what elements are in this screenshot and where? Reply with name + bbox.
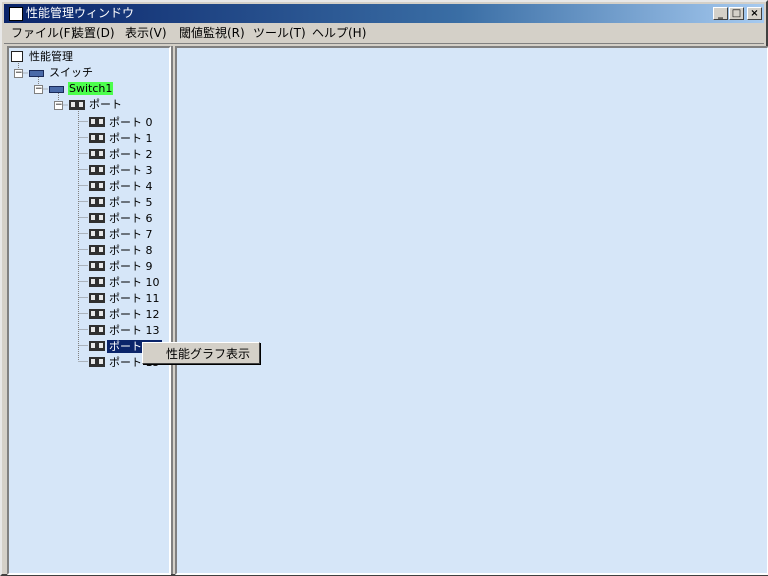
title-bar[interactable]: 性能管理ウィンドウ _ □ × xyxy=(4,4,764,23)
performance-icon xyxy=(11,51,23,62)
menu-separator xyxy=(4,43,764,44)
port-icon xyxy=(89,133,105,143)
context-menu-item-show-graph[interactable]: 性能グラフ表示 xyxy=(166,347,250,361)
port-icon xyxy=(89,117,105,127)
tree-port-item[interactable]: ポート 8 xyxy=(109,244,153,257)
menu-help[interactable]: ヘルプ(H) xyxy=(312,26,366,41)
maximize-button[interactable]: □ xyxy=(729,7,744,20)
tree-port-item[interactable]: ポート 9 xyxy=(109,260,153,273)
tree-node-ports[interactable]: ポート xyxy=(89,98,122,111)
port-icon xyxy=(89,245,105,255)
menu-bar: ファイル(F) 装置(D) 表示(V) 閾値監視(R) ツール(T) ヘルプ(H… xyxy=(4,24,764,43)
context-menu: 性能グラフ表示 xyxy=(142,342,260,364)
port-group-icon xyxy=(69,100,85,110)
tree-port-item[interactable]: ポート 4 xyxy=(109,180,153,193)
switch-icon xyxy=(49,86,64,93)
application-window: 性能管理ウィンドウ _ □ × ファイル(F) 装置(D) 表示(V) 閾値監視… xyxy=(0,0,768,576)
port-icon xyxy=(89,197,105,207)
tree-root-label[interactable]: 性能管理 xyxy=(29,50,73,63)
menu-tools[interactable]: ツール(T) xyxy=(253,26,306,41)
minimize-button[interactable]: _ xyxy=(713,7,728,20)
tree-port-item[interactable]: ポート 6 xyxy=(109,212,153,225)
tree-node-switches[interactable]: スイッチ xyxy=(49,66,93,79)
port-icon xyxy=(89,149,105,159)
collapse-icon[interactable]: − xyxy=(34,85,43,94)
port-icon xyxy=(89,181,105,191)
port-icon xyxy=(89,261,105,271)
tree-port-item[interactable]: ポート 3 xyxy=(109,164,153,177)
port-icon xyxy=(89,229,105,239)
window-title: 性能管理ウィンドウ xyxy=(26,6,135,20)
menu-device[interactable]: 装置(D) xyxy=(72,26,115,41)
port-icon xyxy=(89,165,105,175)
switch-group-icon xyxy=(29,70,44,77)
menu-file[interactable]: ファイル(F) xyxy=(11,26,75,41)
app-icon xyxy=(9,7,23,21)
port-icon xyxy=(89,293,105,303)
tree-port-item[interactable]: ポート 2 xyxy=(109,148,153,161)
graph-pane xyxy=(175,46,768,575)
port-icon xyxy=(89,277,105,287)
menu-threshold[interactable]: 閾値監視(R) xyxy=(179,26,245,41)
close-button[interactable]: × xyxy=(747,7,762,20)
tree-port-item[interactable]: ポート 11 xyxy=(109,292,160,305)
port-icon xyxy=(89,357,105,367)
port-icon xyxy=(89,325,105,335)
tree-port-item[interactable]: ポート 13 xyxy=(109,324,160,337)
port-icon xyxy=(89,341,105,351)
tree-node-switch1[interactable]: Switch1 xyxy=(68,82,114,95)
tree-port-item[interactable]: ポート 5 xyxy=(109,196,153,209)
tree-port-item[interactable]: ポート 10 xyxy=(109,276,160,289)
collapse-icon[interactable]: − xyxy=(54,101,63,110)
tree-port-item[interactable]: ポート 12 xyxy=(109,308,160,321)
tree-port-item[interactable]: ポート 7 xyxy=(109,228,153,241)
tree-port-item[interactable]: ポート 1 xyxy=(109,132,153,145)
menu-view[interactable]: 表示(V) xyxy=(125,26,167,41)
tree-port-item[interactable]: ポート 0 xyxy=(109,116,153,129)
pane-splitter[interactable] xyxy=(171,46,173,574)
port-icon xyxy=(89,213,105,223)
tree-pane[interactable]: 性能管理 − スイッチ − Switch1 − ポート ポート 0 ポート 1 ポー… xyxy=(7,46,171,575)
port-icon xyxy=(89,309,105,319)
collapse-icon[interactable]: − xyxy=(14,69,23,78)
